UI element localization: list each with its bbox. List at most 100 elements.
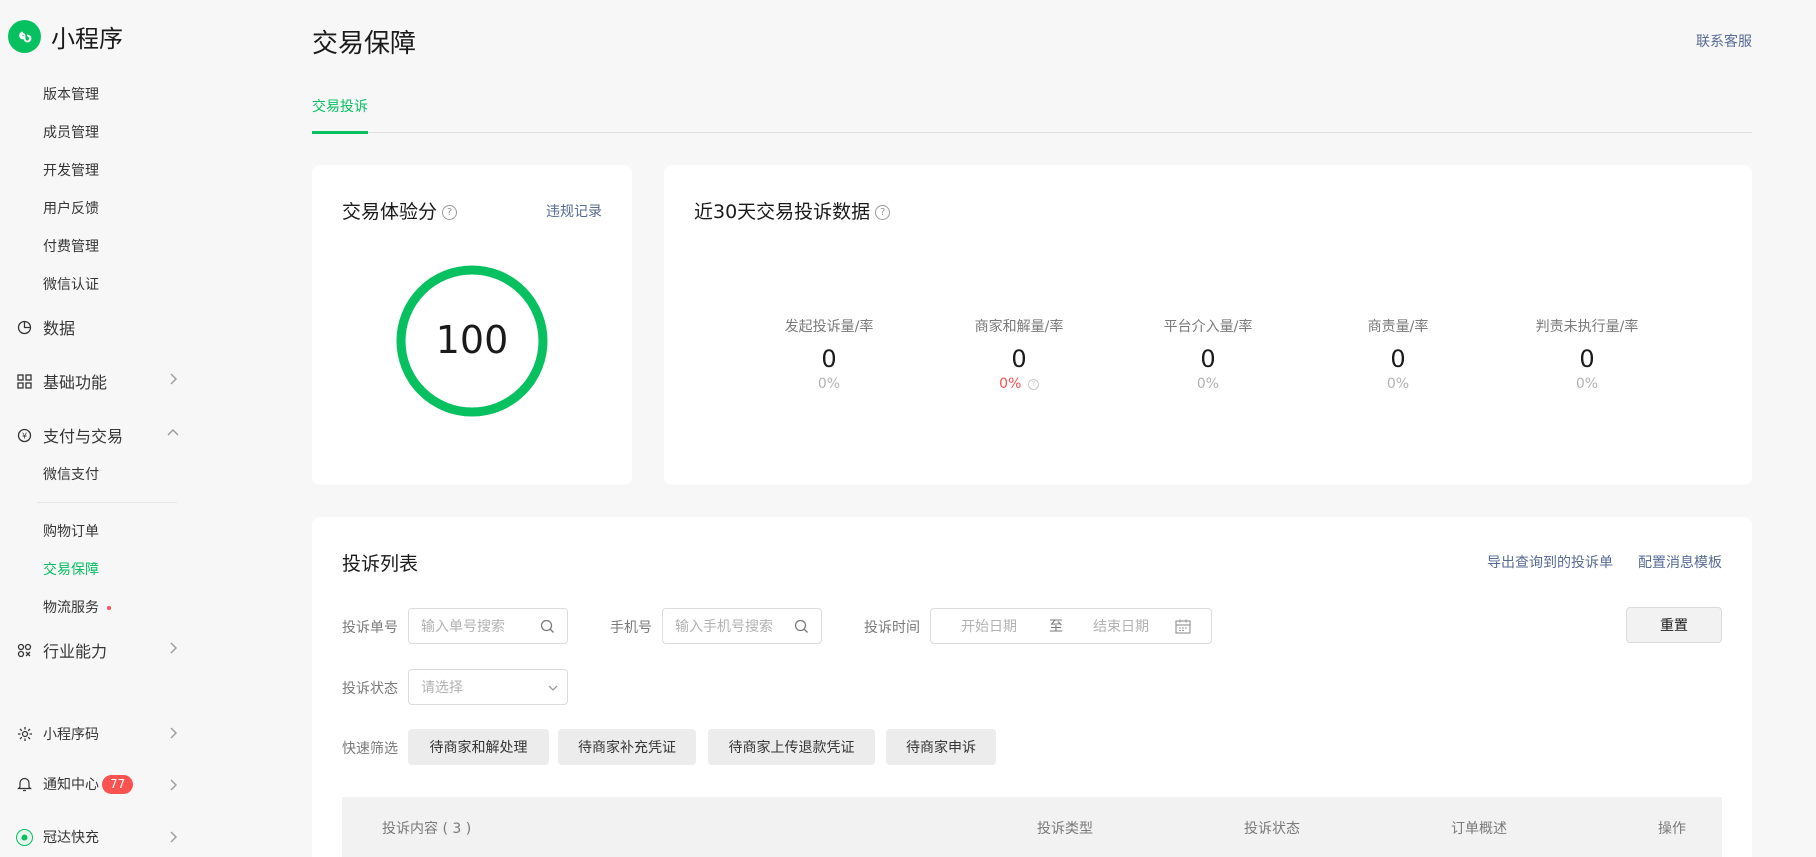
column-header-order-summary: 订单概述 [1451,821,1507,837]
score-value: 100 [435,318,509,362]
sidebar-item-dev[interactable]: 开发管理 [43,160,99,180]
brand[interactable]: 小程序 [8,19,123,54]
stat-item: 平台介入量/率 0 0% [1118,316,1298,392]
chevron-right-icon[interactable] [166,726,180,740]
stat-item: 商家和解量/率 0 0% ? [929,316,1109,392]
sidebar-group-industry[interactable]: 行业能力 [16,638,107,662]
stat-percent: 0% [1575,376,1599,392]
sidebar-group-label: 通知中心 [43,777,99,793]
phone-input[interactable]: 输入手机号搜索 [662,608,822,644]
stat-label: 商责量/率 [1367,319,1429,335]
score-card-title-text: 交易体验分 [342,201,438,223]
stat-percent-row: 0% ? [929,376,1109,392]
contact-service-link[interactable]: 联系客服 [1696,31,1752,51]
violation-record-link[interactable]: 违规记录 [546,201,602,221]
sidebar-item-version[interactable]: 版本管理 [43,84,99,104]
order-number-label: 投诉单号 [342,620,398,636]
stat-value: 0 [821,345,837,373]
active-tab-indicator [312,131,368,134]
red-dot-indicator [107,606,111,610]
quick-filter-pending-evidence[interactable]: 待商家补充凭证 [558,729,696,765]
phone-placeholder: 输入手机号搜索 [675,619,773,635]
industry-nodes-icon [16,642,33,659]
complaint-status-select[interactable]: 请选择 [408,669,568,705]
end-date-placeholder[interactable]: 结束日期 [1093,616,1149,636]
stat-item: 商责量/率 0 0% [1308,316,1488,392]
export-complaints-link[interactable]: 导出查询到的投诉单 [1487,552,1613,572]
sidebar-item-wechat-pay[interactable]: 微信支付 [43,464,99,484]
yen-circle-icon: ¥ [16,427,33,444]
sidebar-group-label: 基础功能 [43,373,108,392]
bell-icon [16,776,33,793]
search-icon [540,619,554,633]
sidebar: 小程序 版本管理 成员管理 开发管理 用户反馈 付费管理 微信认证 数据 基础功… [0,0,190,857]
mini-program-logo-icon [8,20,41,53]
sidebar-group-label: 支付与交易 [43,427,124,446]
sidebar-group-pay[interactable]: ¥ 支付与交易 [16,423,123,447]
reset-button[interactable]: 重置 [1626,607,1722,643]
sidebar-item-feedback[interactable]: 用户反馈 [43,198,99,218]
complaint-time-label: 投诉时间 [864,620,920,636]
sidebar-item-orders[interactable]: 购物订单 [43,521,99,541]
stats-card-title-text: 近30天交易投诉数据 [694,201,871,223]
phone-label: 手机号 [610,620,652,636]
order-number-input[interactable]: 输入单号搜索 [408,608,568,644]
help-icon[interactable]: ? [875,205,891,220]
date-range-separator: 至 [1049,619,1063,635]
chevron-down-icon [548,685,558,691]
sidebar-item-logistics[interactable]: 物流服务 [43,597,111,617]
score-card-title: 交易体验分? [342,197,458,224]
quick-filter-pending-refund-proof[interactable]: 待商家上传退款凭证 [708,729,875,765]
column-header-content: 投诉内容 ( 3 ) [382,821,472,837]
stat-value: 0 [1200,345,1216,373]
svg-text:¥: ¥ [22,431,27,440]
sidebar-group-label: 数据 [43,319,76,338]
sidebar-item-members[interactable]: 成员管理 [43,122,99,142]
stat-value: 0 [1011,345,1027,373]
notification-count-badge: 77 [102,774,134,794]
column-header-status: 投诉状态 [1244,821,1300,837]
sidebar-item-billing[interactable]: 付费管理 [43,236,99,256]
stat-label: 商家和解量/率 [974,319,1064,335]
config-template-link[interactable]: 配置消息模板 [1638,552,1722,572]
pie-chart-icon [16,319,33,336]
grid-icon [16,373,33,390]
stat-percent: 0% [1386,376,1410,392]
sidebar-item-verify[interactable]: 微信认证 [43,274,99,294]
info-icon[interactable]: ? [1027,378,1039,390]
tab-bar-divider [312,132,1752,133]
brand-name: 小程序 [51,25,123,53]
start-date-placeholder[interactable]: 开始日期 [961,616,1017,636]
sidebar-group-label: 行业能力 [43,642,108,661]
column-header-type: 投诉类型 [1037,821,1093,837]
chevron-up-icon[interactable] [166,426,180,440]
sidebar-group-data[interactable]: 数据 [16,315,75,339]
chevron-right-icon[interactable] [166,778,180,792]
status-select-placeholder: 请选择 [421,680,463,696]
sidebar-group-label: 小程序码 [43,727,99,743]
search-icon [794,619,808,633]
account-avatar-icon [16,828,33,846]
chevron-right-icon[interactable] [166,830,180,844]
page-title: 交易保障 [312,29,417,59]
tab-trade-complaint[interactable]: 交易投诉 [312,96,368,116]
sidebar-item-label: 物流服务 [43,600,99,616]
chevron-right-icon[interactable] [166,372,180,386]
chevron-right-icon[interactable] [166,641,180,655]
quick-filter-pending-appeal[interactable]: 待商家申诉 [886,729,996,765]
sidebar-group-basic[interactable]: 基础功能 [16,369,107,393]
quick-filter-label: 快速筛选 [342,741,398,757]
date-range-picker[interactable]: 开始日期 至 结束日期 [930,608,1212,644]
sidebar-group-qrcode[interactable]: 小程序码 [16,724,99,744]
calendar-icon [1175,619,1191,634]
sidebar-item-trade-guarantee[interactable]: 交易保障 [43,559,99,579]
stats-card-title: 近30天交易投诉数据? [694,197,891,224]
sidebar-account[interactable]: 冠达快充 [16,827,99,847]
stat-percent: 0% [817,376,841,392]
help-icon[interactable]: ? [442,205,458,220]
stat-label: 发起投诉量/率 [784,319,874,335]
quick-filter-pending-settlement[interactable]: 待商家和解处理 [408,729,549,765]
order-number-placeholder: 输入单号搜索 [421,619,505,635]
sidebar-group-notify[interactable]: 通知中心 77 [16,774,134,794]
column-header-actions: 操作 [1658,821,1686,837]
